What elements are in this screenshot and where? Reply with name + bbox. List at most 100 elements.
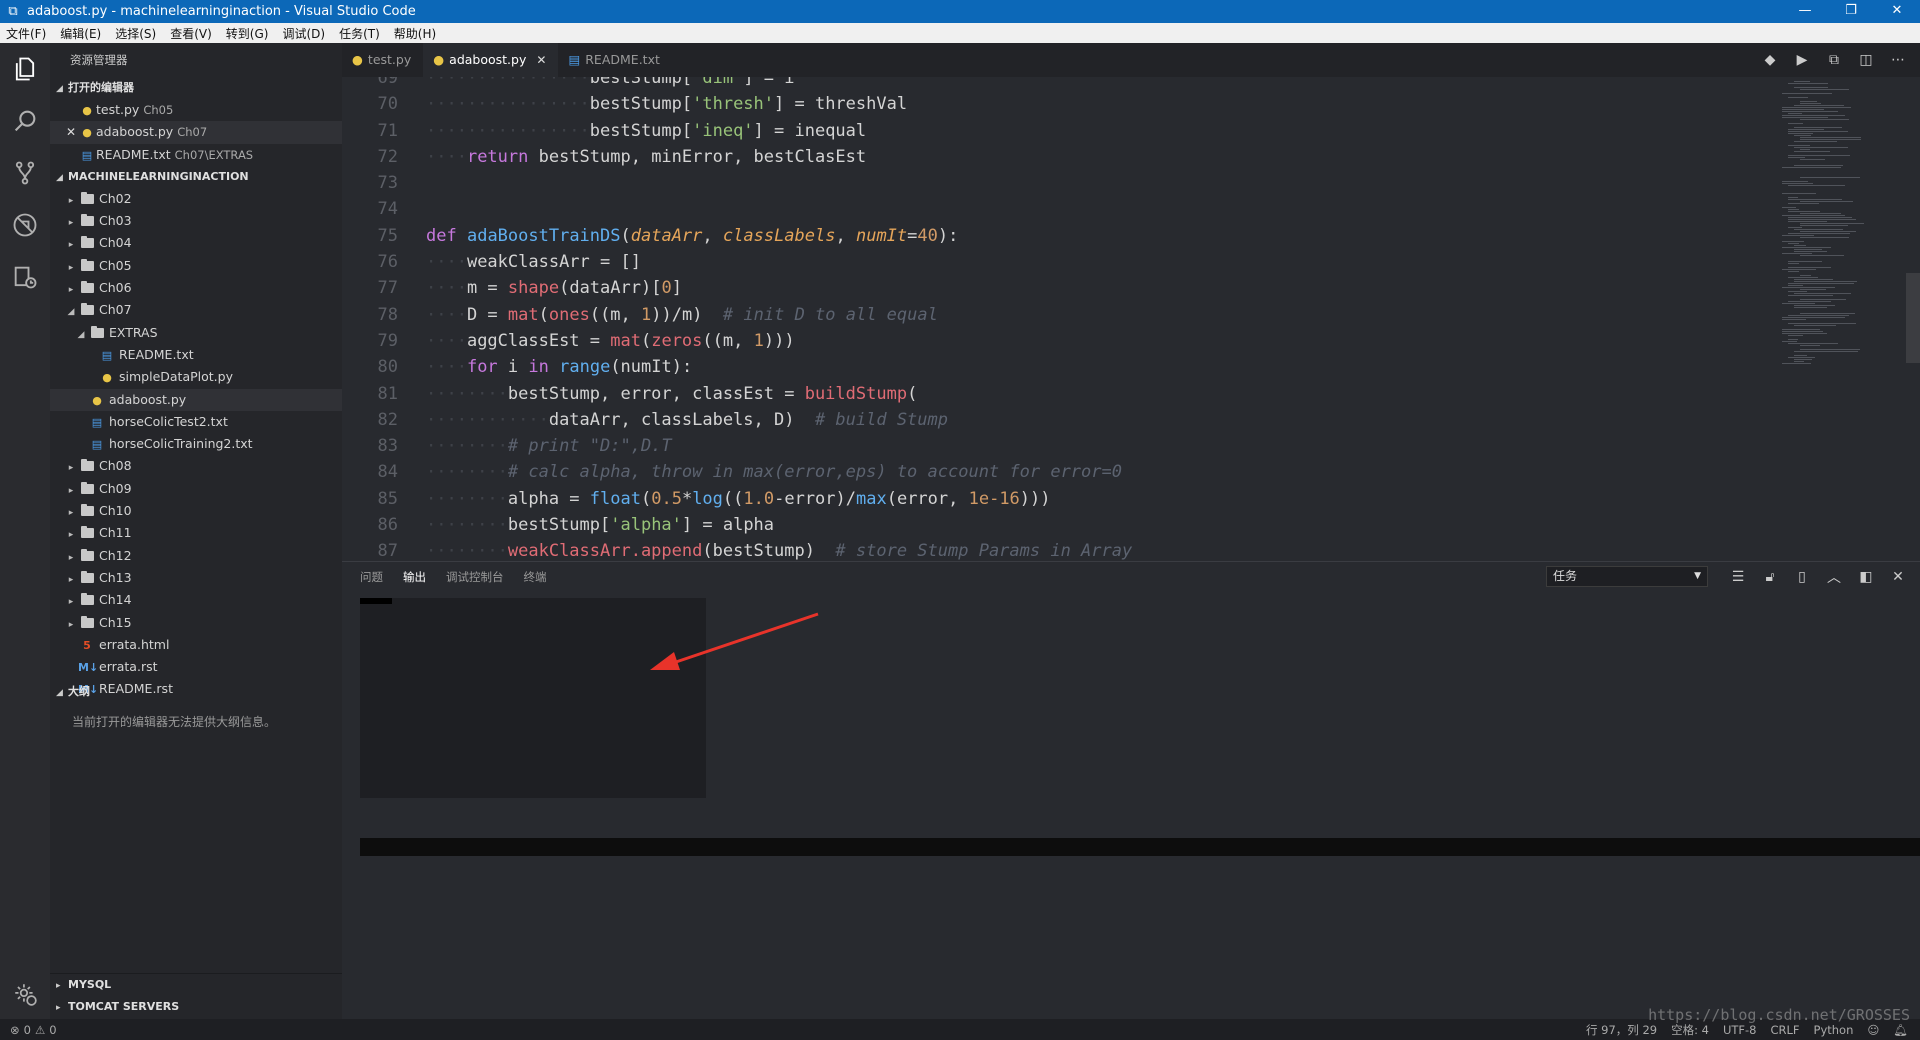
open-log-icon[interactable]: ▯ xyxy=(1786,569,1818,585)
editor-scrollbar[interactable] xyxy=(1906,273,1920,363)
chevron-right-icon: ▸ xyxy=(56,981,61,991)
tab-label: adaboost.py xyxy=(449,52,527,67)
clear-output-icon[interactable]: ☰ xyxy=(1722,569,1754,585)
menu-help[interactable]: 帮助(H) xyxy=(394,25,436,42)
tree-folder[interactable]: ◢ EXTRAS xyxy=(50,322,342,344)
close-panel-icon[interactable]: ✕ xyxy=(1882,569,1914,585)
explorer-icon[interactable] xyxy=(0,43,50,95)
menu-edit[interactable]: 编辑(E) xyxy=(60,25,101,42)
search-icon[interactable] xyxy=(0,95,50,147)
minimap-line xyxy=(1800,349,1860,350)
line-number: 87 xyxy=(377,541,398,561)
close-tab-icon[interactable]: ✕ xyxy=(536,43,546,77)
tree-folder[interactable]: ▸ Ch03 xyxy=(50,210,342,232)
panel-tab-terminal[interactable]: 终端 xyxy=(524,569,547,585)
tree-file[interactable]: ▤ README.txt xyxy=(50,344,342,366)
line-number: 69 xyxy=(377,77,398,88)
tree-folder[interactable]: ▸ Ch10 xyxy=(50,500,342,522)
tab-test-py[interactable]: ● test.py xyxy=(342,43,423,77)
editor-actions: ◆ ▶ ⧉ ◫ ⋯ xyxy=(1754,43,1914,77)
tab-readme-txt[interactable]: ▤ README.txt xyxy=(558,43,671,77)
tree-file[interactable]: ▤ horseColicTest2.txt xyxy=(50,411,342,433)
feedback-smiley-icon[interactable]: ☺ xyxy=(1867,1023,1879,1037)
output-channel-select[interactable]: 任务 ▼ xyxy=(1546,566,1708,587)
panel-tab-output[interactable]: 输出 xyxy=(403,569,426,585)
open-changes-icon[interactable]: ⧉ xyxy=(1818,52,1850,68)
tree-file[interactable]: M↓errata.rst xyxy=(50,656,342,678)
run-icon[interactable]: ▶ xyxy=(1786,52,1818,68)
tree-folder[interactable]: ▸ Ch02 xyxy=(50,188,342,210)
tree-folder[interactable]: ▸ Ch12 xyxy=(50,545,342,567)
folder-icon xyxy=(78,256,96,278)
cursor-position[interactable]: 行 97，列 29 xyxy=(1586,1022,1657,1038)
split-editor-icon[interactable]: ◫ xyxy=(1850,52,1882,68)
tree-folder[interactable]: ▸ Ch04 xyxy=(50,232,342,254)
encoding[interactable]: UTF-8 xyxy=(1723,1023,1757,1037)
code-text: ········alpha = float(0.5*log((1.0-error… xyxy=(426,488,1051,509)
open-editor-item[interactable]: ✕ ● adaboost.py Ch07 xyxy=(50,121,342,144)
tree-folder[interactable]: ▸ Ch08 xyxy=(50,455,342,477)
minimap-line xyxy=(1794,147,1848,148)
tab-adaboost-py[interactable]: ● adaboost.py ✕ xyxy=(423,43,559,77)
toggle-panel-position-icon[interactable]: ◧ xyxy=(1850,569,1882,585)
tree-folder[interactable]: ▸ Ch13 xyxy=(50,567,342,589)
menu-selection[interactable]: 选择(S) xyxy=(115,25,156,42)
open-editor-name: adaboost.py xyxy=(96,124,174,140)
language-mode[interactable]: Python xyxy=(1814,1023,1854,1037)
tree-folder[interactable]: ▸ Ch09 xyxy=(50,478,342,500)
lock-scroll-icon[interactable]: 🔓︎ xyxy=(1754,569,1786,585)
tree-file[interactable]: ● adaboost.py xyxy=(50,388,342,411)
end-of-line[interactable]: CRLF xyxy=(1770,1023,1799,1037)
project-header[interactable]: ◢ MACHINELEARNINGINACTION xyxy=(50,166,342,188)
minimize-button[interactable]: — xyxy=(1782,0,1828,23)
tree-file[interactable]: 5 errata.html xyxy=(50,634,342,656)
text-file-icon: ▤ xyxy=(101,348,113,362)
open-editor-item[interactable]: ▤ README.txt Ch07\EXTRAS xyxy=(50,144,342,166)
extensions-icon[interactable] xyxy=(0,251,50,303)
menu-tasks[interactable]: 任务(T) xyxy=(339,25,380,42)
code-text: ········bestStump, error, classEst = bui… xyxy=(426,383,918,404)
menu-file[interactable]: 文件(F) xyxy=(6,25,46,42)
more-actions-icon[interactable]: ⋯ xyxy=(1882,52,1914,68)
mysql-header[interactable]: ▸ MYSQL xyxy=(50,974,342,996)
settings-gear-icon[interactable] xyxy=(12,981,38,1011)
menu-view[interactable]: 查看(V) xyxy=(170,25,212,42)
problems-status[interactable]: ⊗ 0 ⚠ 0 xyxy=(0,1023,57,1037)
tree-folder[interactable]: ▸ Ch15 xyxy=(50,612,342,634)
close-window-button[interactable]: ✕ xyxy=(1874,0,1920,23)
source-control-icon[interactable] xyxy=(0,147,50,199)
minimap[interactable] xyxy=(1772,77,1920,561)
tree-folder[interactable]: ▸ Ch06 xyxy=(50,277,342,299)
chevron-right-icon: ▸ xyxy=(68,597,74,608)
code-line: 75 def adaBoostTrainDS(dataArr, classLabe… xyxy=(342,223,1772,249)
minimap-line xyxy=(1794,355,1807,356)
open-editor-desc: Ch07\EXTRAS xyxy=(174,147,254,162)
tree-folder[interactable]: ▸ Ch11 xyxy=(50,522,342,544)
tree-file[interactable]: ▤ horseColicTraining2.txt xyxy=(50,433,342,455)
code-line: 84 ········# calc alpha, throw in max(err… xyxy=(342,459,1772,485)
chevron-right-icon: ▸ xyxy=(68,485,74,496)
output-strip xyxy=(360,838,1920,856)
tree-folder[interactable]: ▸ Ch05 xyxy=(50,255,342,277)
outline-header[interactable]: ◢ 大纲 xyxy=(50,681,342,703)
maximize-panel-icon[interactable]: ︿ xyxy=(1818,567,1850,587)
tree-folder[interactable]: ◢ Ch07 xyxy=(50,299,342,321)
tomcat-header[interactable]: ▸ TOMCAT SERVERS xyxy=(50,996,342,1018)
close-icon[interactable]: ✕ xyxy=(64,121,78,143)
tree-file[interactable]: ● simpleDataPlot.py xyxy=(50,366,342,388)
panel-tab-problems[interactable]: 问题 xyxy=(360,569,383,585)
menu-goto[interactable]: 转到(G) xyxy=(226,25,269,42)
open-editors-header[interactable]: ◢ 打开的编辑器 xyxy=(50,77,342,99)
debug-icon[interactable] xyxy=(0,199,50,251)
minimap-line xyxy=(1782,115,1845,116)
menu-debug[interactable]: 调试(D) xyxy=(282,25,325,42)
panel-tab-debug-console[interactable]: 调试控制台 xyxy=(446,569,504,585)
git-compare-icon[interactable]: ◆ xyxy=(1754,52,1786,68)
tree-item-label: Ch02 xyxy=(99,190,132,206)
code-editor[interactable]: 69 ················bestStump['dim'] = i 70… xyxy=(342,77,1772,561)
restore-button[interactable]: ❐ xyxy=(1828,0,1874,23)
open-editor-item[interactable]: ● test.py Ch05 xyxy=(50,99,342,121)
tree-folder[interactable]: ▸ Ch14 xyxy=(50,589,342,611)
folder-shape xyxy=(80,548,94,561)
notifications-bell-icon[interactable]: 🔔︎ xyxy=(1893,1023,1908,1037)
